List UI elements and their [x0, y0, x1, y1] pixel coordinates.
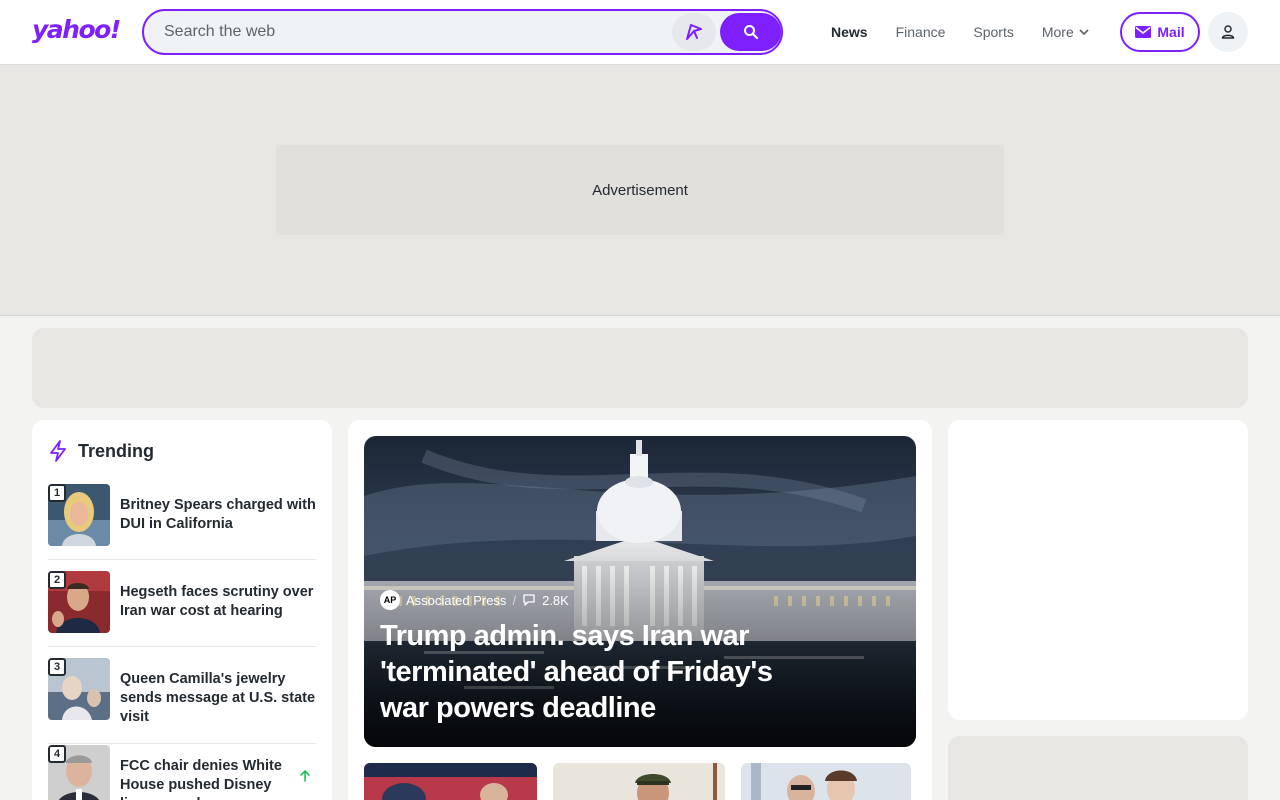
- mail-button[interactable]: Mail: [1120, 12, 1200, 52]
- trending-thumbnail: 2: [48, 571, 110, 633]
- top-header: yahoo! News Finance Sports More: [0, 0, 1280, 65]
- comment-icon: [523, 594, 535, 606]
- nav-item-finance[interactable]: Finance: [896, 24, 946, 40]
- advertisement-slot[interactable]: Advertisement: [276, 145, 1004, 235]
- search-icon: [743, 25, 758, 40]
- story-thumbnail[interactable]: [741, 763, 911, 800]
- trending-rank: 1: [48, 484, 66, 502]
- trending-thumbnail: 1: [48, 484, 110, 546]
- search-bar: [142, 9, 783, 55]
- ad-banner-area: Advertisement: [0, 65, 1280, 316]
- ai-sparkle-icon: [686, 24, 702, 40]
- nav-item-sports[interactable]: Sports: [973, 24, 1013, 40]
- yahoo-logo[interactable]: yahoo!: [32, 15, 121, 44]
- nav-item-more[interactable]: More: [1042, 24, 1090, 40]
- meta-divider: /: [512, 592, 517, 608]
- trending-headline: FCC chair denies White House pushed Disn…: [120, 758, 282, 800]
- story-image: [364, 763, 537, 800]
- trending-headline: Queen Camilla's jewelry sends message at…: [120, 671, 316, 725]
- trending-headline: Britney Spears charged with DUI in Calif…: [120, 497, 316, 532]
- search-button[interactable]: [720, 13, 781, 51]
- mail-icon: [1135, 26, 1152, 38]
- top-stories-card: AP Associated Press / 2.8K Trump admin. …: [348, 420, 932, 800]
- story-thumbnail[interactable]: [364, 763, 537, 800]
- chevron-down-icon: [1079, 29, 1089, 36]
- ap-logo: AP: [380, 590, 400, 610]
- trending-thumbnail: 4: [48, 745, 110, 800]
- nav-item-news[interactable]: News: [831, 24, 868, 40]
- hero-meta: AP Associated Press / 2.8K: [380, 590, 569, 610]
- ai-search-button[interactable]: [672, 13, 716, 51]
- trending-thumbnail: 3: [48, 658, 110, 720]
- arrow-up-icon: [300, 769, 310, 782]
- lightning-icon: [50, 440, 66, 462]
- story-image: [553, 763, 725, 800]
- right-rail-ad: [948, 420, 1248, 720]
- search-input[interactable]: [164, 11, 664, 53]
- trending-title: Trending: [78, 440, 154, 461]
- nav-item-more-label: More: [1041, 24, 1074, 40]
- hero-story[interactable]: AP Associated Press / 2.8K Trump admin. …: [364, 436, 916, 747]
- hero-source[interactable]: Associated Press: [406, 593, 506, 608]
- trending-item[interactable]: 3 Queen Camilla's jewelry sends message …: [48, 658, 316, 744]
- mail-label: Mail: [1157, 24, 1185, 40]
- profile-button[interactable]: [1208, 12, 1248, 52]
- hero-headline[interactable]: Trump admin. says Iran war 'terminated' …: [380, 618, 800, 726]
- trending-headline: Hegseth faces scrutiny over Iran war cos…: [120, 584, 314, 619]
- trending-item[interactable]: 2 Hegseth faces scrutiny over Iran war c…: [48, 571, 316, 647]
- trending-rank: 4: [48, 745, 66, 763]
- trending-panel: Trending 1 Britney Spears charged with D…: [32, 420, 332, 800]
- trending-rank: 2: [48, 571, 66, 589]
- trending-rank: 3: [48, 658, 66, 676]
- trending-header: Trending: [48, 440, 154, 462]
- right-rail-placeholder: [948, 736, 1248, 800]
- trending-item[interactable]: 1 Britney Spears charged with DUI in Cal…: [48, 484, 316, 560]
- user-icon: [1221, 25, 1235, 39]
- story-image: [741, 763, 911, 800]
- trending-item[interactable]: 4 FCC chair denies White House pushed Di…: [48, 745, 316, 800]
- main-nav: News Finance Sports More: [831, 0, 1118, 64]
- story-thumbnail[interactable]: [553, 763, 725, 800]
- hero-comment-count[interactable]: 2.8K: [542, 593, 569, 608]
- ad-strip-placeholder: [32, 328, 1248, 408]
